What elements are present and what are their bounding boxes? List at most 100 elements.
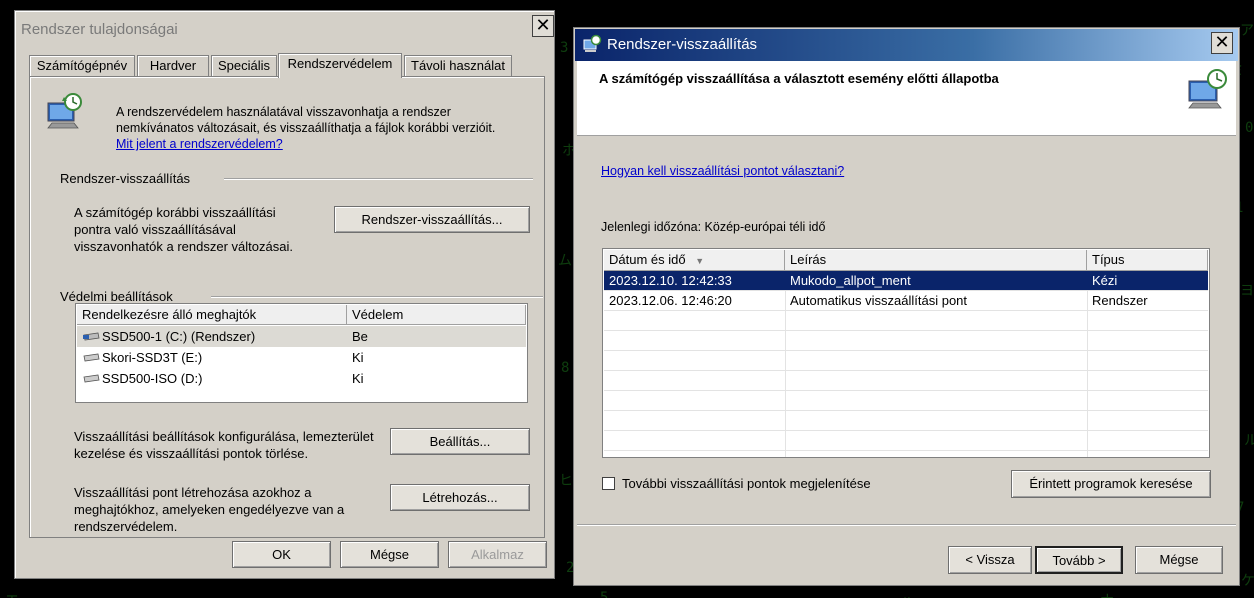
window-title: Rendszer tulajdonságai	[21, 21, 178, 38]
matrix-glyph: ル	[1244, 433, 1254, 449]
restore-point-date: 2023.12.06. 12:46:20	[609, 293, 732, 308]
matrix-glyph: ヒ	[559, 473, 573, 489]
close-button[interactable]: ✕	[532, 15, 554, 37]
group-divider	[211, 296, 543, 298]
drive-row[interactable]: SSD500-ISO (D:) Ki	[77, 368, 526, 389]
tab-computer-name[interactable]: Számítógépnév	[29, 55, 135, 77]
restore-desc-line: pontra való visszaállításával	[74, 222, 236, 237]
create-desc-line: meghajtókhoz, amelyeken engedélyezve van…	[74, 502, 345, 517]
restore-point-date: 2023.12.10. 12:42:33	[609, 273, 732, 288]
matrix-glyph: ム	[558, 253, 572, 269]
group-divider	[224, 178, 533, 180]
restore-point-row[interactable]: 2023.12.10. 12:42:33 Mukodo_allpot_ment …	[604, 271, 1208, 291]
empty-row	[604, 351, 1208, 371]
empty-row	[604, 411, 1208, 431]
timezone-label: Jelenlegi időzóna: Közép-európai téli id…	[601, 220, 826, 234]
empty-row	[604, 431, 1208, 451]
wizard-heading: A számítógép visszaállítása a választott…	[599, 71, 999, 86]
intro-line: A rendszervédelem használatával visszavo…	[116, 105, 451, 119]
intro-line: nemkívánatos változásait, és visszaállít…	[116, 121, 496, 135]
restore-description: A számítógép korábbi visszaállítási pont…	[74, 204, 293, 255]
system-restore-large-icon	[1185, 67, 1229, 111]
drive-protection: Ki	[352, 371, 364, 386]
system-drive-icon	[83, 332, 100, 341]
empty-row	[604, 371, 1208, 391]
cancel-button[interactable]: Mégse	[340, 541, 439, 568]
empty-row	[604, 311, 1208, 331]
create-description: Visszaállítási pont létrehozása azokhoz …	[74, 484, 344, 535]
matrix-glyph: 0	[1245, 120, 1254, 136]
column-header-protection[interactable]: Védelem	[347, 305, 526, 325]
column-header-date-label: Dátum és idő	[609, 252, 686, 267]
restore-group-title: Rendszer-visszaállítás	[60, 171, 191, 186]
matrix-glyph: ア	[1240, 23, 1254, 39]
column-header-date[interactable]: Dátum és idő ▼	[604, 250, 785, 271]
system-restore-button[interactable]: Rendszer-visszaállítás...	[334, 206, 530, 233]
configure-button[interactable]: Beállítás...	[390, 428, 530, 455]
restore-point-description: Mukodo_allpot_ment	[790, 273, 911, 288]
create-desc-line: rendszervédelem.	[74, 519, 178, 534]
empty-row	[604, 391, 1208, 411]
drive-name: Skori-SSD3T (E:)	[102, 350, 203, 365]
restore-desc-line: visszavonhatók a rendszer változásai.	[74, 239, 293, 254]
create-desc-line: Visszaállítási pont létrehozása azokhoz …	[74, 485, 312, 500]
title-bar: Rendszer tulajdonságai	[18, 14, 551, 43]
drive-icon	[83, 374, 100, 383]
ok-button[interactable]: OK	[232, 541, 331, 568]
tab-remote[interactable]: Távoli használat	[404, 55, 512, 77]
drive-icon	[83, 353, 100, 362]
show-more-label[interactable]: További visszaállítási pontok megjelenít…	[622, 476, 871, 491]
restore-point-description: Automatikus visszaállítási pont	[790, 293, 968, 308]
restore-points-grid[interactable]: Dátum és idő ▼ Leírás Típus 2023.12.10. …	[602, 248, 1210, 458]
system-restore-window: Rendszer-visszaállítás ✕ A számítógép vi…	[573, 27, 1240, 586]
drive-protection: Be	[352, 329, 368, 344]
create-button[interactable]: Létrehozás...	[390, 484, 530, 511]
system-restore-icon	[583, 34, 602, 52]
drive-row[interactable]: SSD500-1 (C:) (Rendszer) Be	[77, 326, 526, 347]
system-protection-panel: A rendszervédelem használatával visszavo…	[29, 76, 545, 538]
restore-desc-line: A számítógép korábbi visszaállítási	[74, 205, 276, 220]
column-header-drives[interactable]: Rendelkezésre álló meghajtók	[77, 305, 347, 325]
matrix-glyph: 8	[561, 360, 570, 376]
drive-protection: Ki	[352, 350, 364, 365]
back-button[interactable]: < Vissza	[948, 546, 1032, 574]
protection-group-title: Védelmi beállítások	[60, 289, 173, 304]
system-protection-icon	[44, 91, 84, 131]
sort-descending-icon: ▼	[695, 256, 705, 266]
tab-advanced[interactable]: Speciális	[211, 55, 277, 77]
footer-divider	[577, 524, 1236, 526]
drive-row[interactable]: Skori-SSD3T (E:) Ki	[77, 347, 526, 368]
configure-desc-line: Visszaállítási beállítások konfigurálása…	[74, 429, 374, 444]
column-header-description[interactable]: Leírás	[785, 250, 1087, 271]
matrix-glyph: ケ	[1241, 573, 1254, 589]
matrix-glyph: 5	[600, 590, 609, 598]
drive-name: SSD500-1 (C:) (Rendszer)	[102, 329, 256, 344]
restore-point-row[interactable]: 2023.12.06. 12:46:20 Automatikus visszaá…	[604, 291, 1208, 311]
next-button[interactable]: Tovább >	[1035, 546, 1123, 574]
empty-row	[604, 331, 1208, 351]
matrix-glyph: ハ	[900, 592, 914, 598]
matrix-glyph: ナ	[1100, 590, 1114, 598]
configure-description: Visszaállítási beállítások konfigurálása…	[74, 428, 374, 462]
show-more-checkbox[interactable]	[602, 477, 615, 490]
system-properties-window: Rendszer tulajdonságai ✕ Számítógépnév H…	[14, 10, 555, 579]
window-title: Rendszer-visszaállítás	[607, 36, 758, 53]
apply-button[interactable]: Alkalmaz	[448, 541, 547, 568]
close-button[interactable]: ✕	[1211, 32, 1233, 54]
scan-affected-programs-button[interactable]: Érintett programok keresése	[1011, 470, 1211, 498]
column-header-type[interactable]: Típus	[1087, 250, 1208, 271]
title-bar: Rendszer-visszaállítás	[575, 29, 1238, 61]
cancel-button[interactable]: Mégse	[1135, 546, 1223, 574]
intro-text: A rendszervédelem használatával visszavo…	[116, 104, 495, 152]
tab-system-protection[interactable]: Rendszervédelem	[278, 53, 402, 78]
drive-list[interactable]: Rendelkezésre álló meghajtók Védelem SSD…	[75, 303, 528, 403]
restore-point-type: Kézi	[1092, 273, 1118, 288]
restore-point-type: Rendszer	[1092, 293, 1148, 308]
what-is-protection-link[interactable]: Mit jelent a rendszervédelem?	[116, 136, 495, 152]
matrix-glyph: ヨ	[1240, 283, 1254, 299]
help-link[interactable]: Hogyan kell visszaállítási pontot válasz…	[601, 164, 844, 178]
configure-desc-line: kezelése és visszaállítási pontok törlés…	[74, 446, 309, 461]
drive-name: SSD500-ISO (D:)	[102, 371, 203, 386]
tab-hardware[interactable]: Hardver	[137, 55, 209, 77]
wizard-header: A számítógép visszaállítása a választott…	[577, 61, 1236, 136]
